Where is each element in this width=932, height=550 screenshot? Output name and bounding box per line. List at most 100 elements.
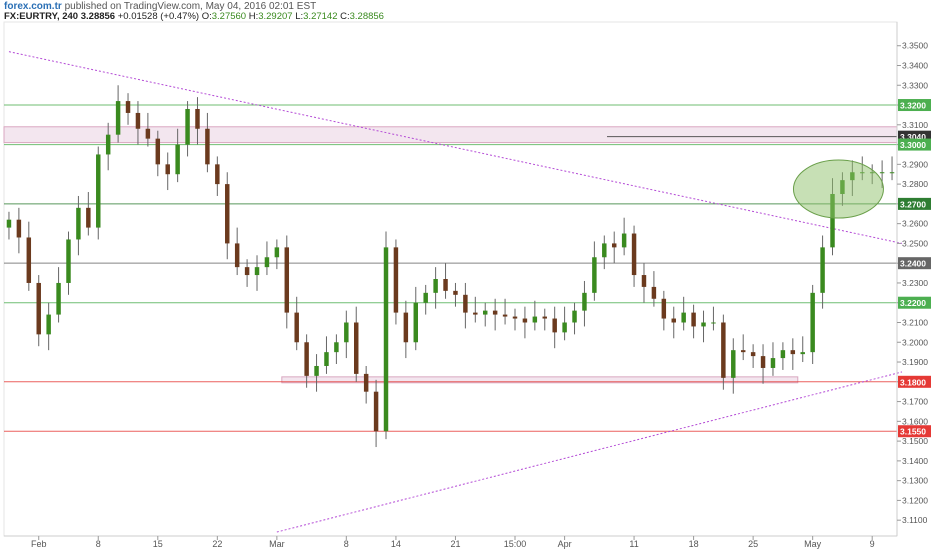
candle-body[interactable]	[46, 314, 51, 335]
y-tick-label: 3.1900	[902, 357, 928, 367]
candle-body[interactable]	[562, 322, 567, 333]
candle-body[interactable]	[334, 342, 339, 353]
x-tick-label: 18	[689, 539, 699, 549]
candle-body[interactable]	[393, 247, 399, 313]
candle-body[interactable]	[592, 257, 597, 293]
candle-body[interactable]	[165, 164, 170, 175]
candle-body[interactable]	[354, 322, 359, 374]
candle-body[interactable]	[641, 275, 647, 287]
candle-body[interactable]	[373, 391, 379, 432]
time-axis[interactable]: Feb 8 15 22 Mar 8 14 21 15:00 Apr 11 18 25 May 9	[4, 535, 897, 549]
candle-body[interactable]	[770, 358, 776, 368]
candle-body[interactable]	[602, 243, 607, 258]
candle-body[interactable]	[105, 134, 111, 155]
candle-body[interactable]	[621, 233, 627, 248]
candle-body[interactable]	[482, 310, 488, 315]
candle-body[interactable]	[96, 154, 101, 228]
y-tick-label: 3.3100	[902, 120, 928, 130]
candle-body[interactable]	[284, 247, 290, 313]
candle-body[interactable]	[115, 101, 121, 135]
candle-body[interactable]	[56, 282, 61, 315]
candle-body[interactable]	[760, 356, 766, 368]
price-axis[interactable]: 3.1100 3.1200 3.1300 3.1400 3.1500 3.1600 3.17…	[896, 22, 931, 536]
candle-body[interactable]	[740, 350, 746, 353]
candle-body[interactable]	[721, 322, 726, 378]
candle-body[interactable]	[304, 342, 309, 376]
candle-body[interactable]	[651, 286, 657, 299]
candle-body[interactable]	[512, 316, 518, 319]
candle-body[interactable]	[691, 312, 696, 327]
candle-body[interactable]	[453, 290, 458, 295]
candle-body[interactable]	[631, 233, 637, 276]
candle-body[interactable]	[155, 138, 161, 165]
candle-body[interactable]	[264, 257, 270, 268]
x-tick-label: 21	[450, 539, 460, 549]
candle-body[interactable]	[86, 207, 91, 228]
candle-body[interactable]	[6, 219, 12, 228]
candle-body[interactable]	[294, 312, 299, 343]
candle-body[interactable]	[76, 207, 81, 240]
candle-body[interactable]	[413, 302, 419, 343]
candle-body[interactable]	[780, 350, 786, 359]
candle-body[interactable]	[572, 310, 577, 323]
candle-body[interactable]	[671, 318, 676, 323]
candle-body[interactable]	[324, 352, 329, 366]
plot-area[interactable]	[3, 21, 903, 537]
candle-body[interactable]	[215, 164, 220, 185]
candle-body[interactable]	[225, 184, 230, 244]
candle-body[interactable]	[244, 267, 250, 276]
candle-body[interactable]	[433, 279, 438, 293]
y-tick-label: 3.1300	[902, 476, 928, 486]
candle-body[interactable]	[800, 352, 805, 355]
y-tick-label: 3.1400	[902, 456, 928, 466]
candle-body[interactable]	[492, 310, 498, 315]
candle-body[interactable]	[185, 108, 190, 145]
candle-body[interactable]	[26, 237, 32, 283]
candle-body[interactable]	[234, 243, 240, 268]
level-tag-label-0: 3.3200	[900, 101, 926, 111]
candle-body[interactable]	[36, 282, 41, 335]
candle-body[interactable]	[542, 316, 547, 319]
candle-body[interactable]	[750, 352, 756, 357]
y-tick-label: 3.1200	[902, 495, 928, 505]
candle-body[interactable]	[443, 279, 448, 291]
candle-body[interactable]	[879, 172, 885, 174]
candle-body[interactable]	[711, 322, 716, 324]
candle-body[interactable]	[889, 172, 895, 174]
candle-body[interactable]	[810, 292, 815, 353]
candle-body[interactable]	[175, 144, 180, 175]
candle-body[interactable]	[205, 128, 210, 165]
candle-body[interactable]	[731, 350, 736, 378]
candle-body[interactable]	[314, 365, 319, 376]
candle-body[interactable]	[254, 267, 260, 276]
candle-body[interactable]	[125, 101, 131, 113]
candle-body[interactable]	[383, 247, 389, 432]
y-tick-label: 3.3300	[902, 80, 928, 90]
candle-body[interactable]	[552, 318, 557, 333]
candle-body[interactable]	[582, 292, 587, 311]
candle-body[interactable]	[473, 312, 478, 315]
candle-body[interactable]	[66, 239, 71, 283]
candle-body[interactable]	[522, 318, 528, 323]
candle-body[interactable]	[344, 322, 349, 343]
price-chart[interactable]: 3.1100 3.1200 3.1300 3.1400 3.1500 3.1600 3.17…	[0, 0, 932, 550]
candle-body[interactable]	[423, 292, 428, 303]
candle-body[interactable]	[790, 350, 796, 355]
y-tick-label: 3.3500	[902, 41, 928, 51]
candle-body[interactable]	[363, 373, 369, 392]
candle-body[interactable]	[135, 112, 141, 129]
candle-body[interactable]	[611, 243, 617, 248]
candle-body[interactable]	[681, 312, 686, 323]
candle-body[interactable]	[701, 322, 706, 327]
candle-body[interactable]	[145, 128, 151, 139]
candle-body[interactable]	[463, 294, 468, 313]
candle-body[interactable]	[502, 314, 508, 317]
candle-body[interactable]	[403, 312, 409, 343]
candle-body[interactable]	[820, 247, 825, 293]
candle-body[interactable]	[16, 219, 22, 238]
candle-body[interactable]	[532, 316, 538, 323]
candle-body[interactable]	[661, 298, 667, 319]
level-tag-label-3: 3.2700	[900, 199, 926, 209]
candle-body[interactable]	[274, 247, 280, 258]
candle-body[interactable]	[195, 108, 200, 129]
